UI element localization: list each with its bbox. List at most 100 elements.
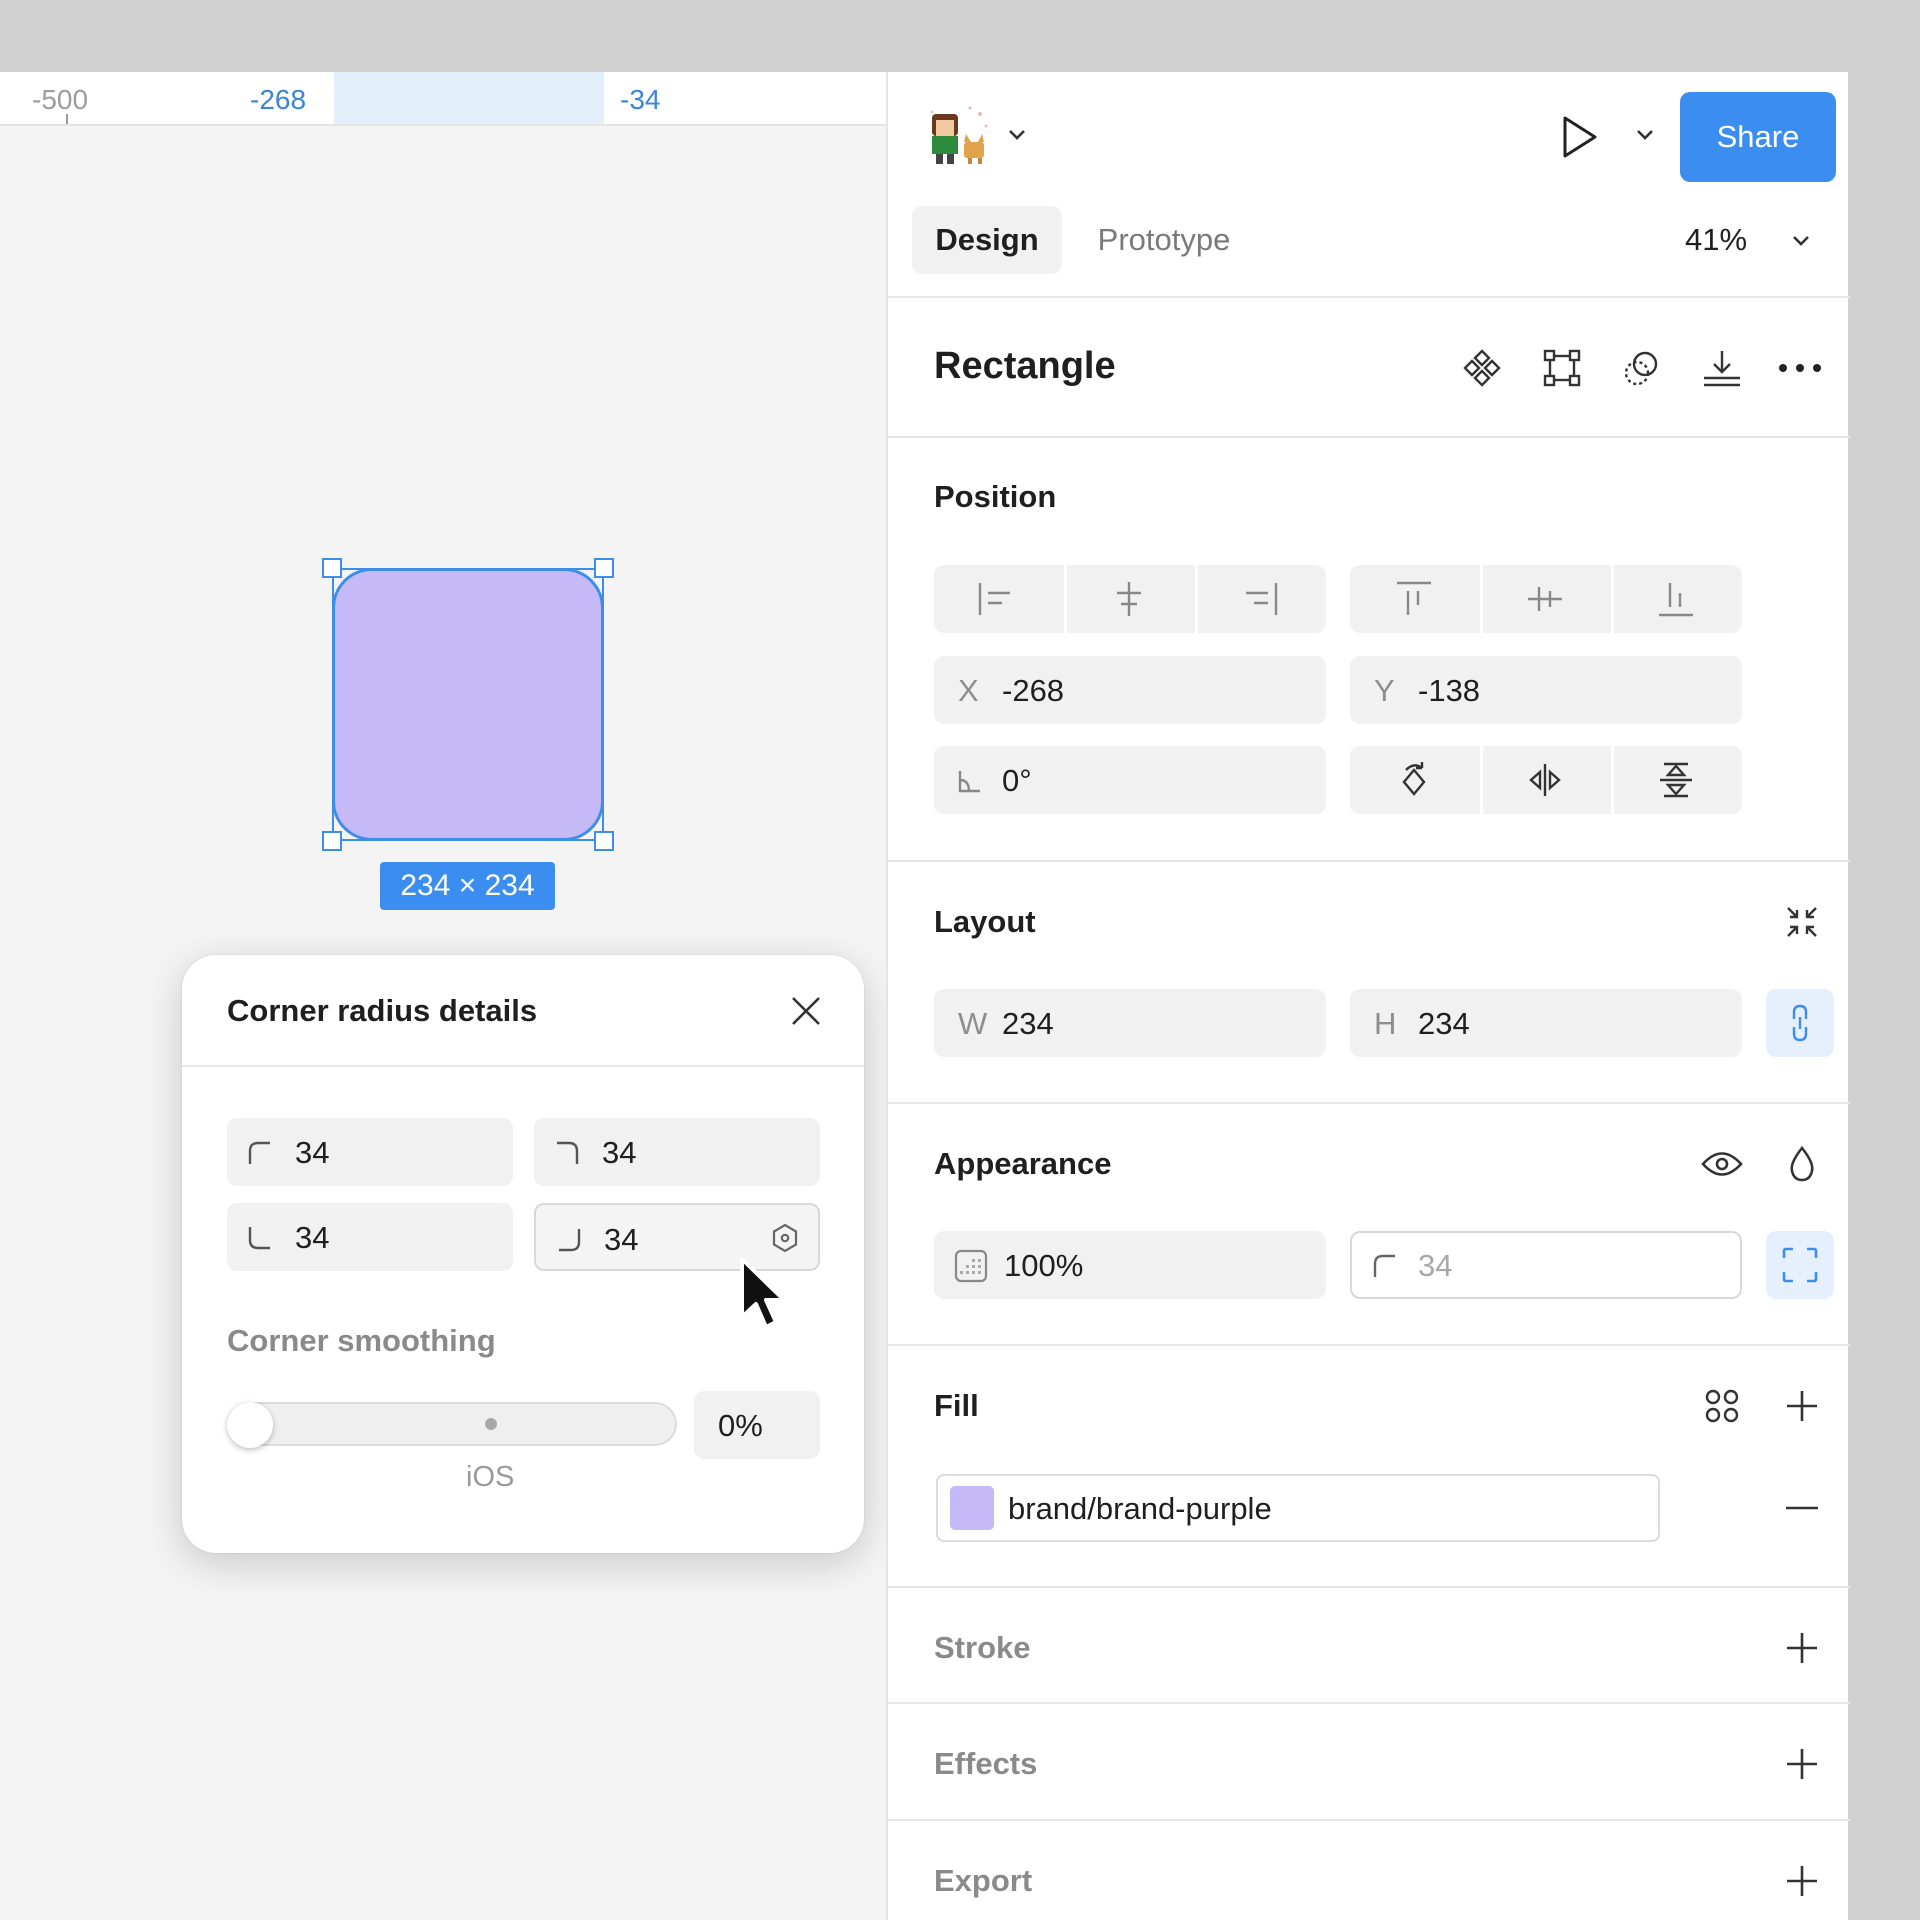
selection-frame bbox=[332, 568, 604, 841]
align-horizontal-center-icon[interactable] bbox=[1105, 577, 1153, 621]
top-right-radius-input[interactable]: 34 bbox=[534, 1118, 820, 1186]
corner-smoothing-input[interactable]: 0% bbox=[694, 1391, 820, 1459]
align-bottom-icon[interactable] bbox=[1652, 577, 1700, 621]
top-left-radius-input[interactable]: 34 bbox=[227, 1118, 513, 1186]
corner-bottom-right-icon bbox=[559, 1229, 581, 1252]
properties-panel: Share Design Prototype 41% Rectangle Pos… bbox=[886, 72, 1850, 1920]
popup-divider bbox=[182, 1065, 864, 1067]
opacity-value: 100% bbox=[1004, 1248, 1084, 1283]
fill-style-name: brand/brand-purple bbox=[1008, 1491, 1272, 1526]
link-icon bbox=[1792, 1004, 1808, 1042]
chevron-down-icon[interactable] bbox=[1002, 120, 1032, 150]
layer-name: Rectangle bbox=[934, 345, 1116, 387]
ruler-label-selection-start: -268 bbox=[250, 84, 307, 115]
add-fill-plus-icon[interactable] bbox=[1778, 1382, 1826, 1430]
add-effect-plus-icon[interactable] bbox=[1778, 1740, 1826, 1788]
height-input[interactable]: H 234 bbox=[1350, 989, 1742, 1057]
more-options-icon[interactable] bbox=[1776, 344, 1824, 392]
corner-smoothing-label: Corner smoothing bbox=[227, 1323, 496, 1358]
resize-handle-top-right[interactable] bbox=[594, 558, 614, 578]
rotation-value: 0° bbox=[1002, 763, 1032, 798]
ruler-label-selection-end: -34 bbox=[620, 84, 661, 115]
resize-handle-top-left[interactable] bbox=[322, 558, 342, 578]
radius-value: 34 bbox=[295, 1220, 330, 1255]
divider bbox=[888, 860, 1850, 862]
boolean-mask-icon[interactable] bbox=[1618, 344, 1666, 392]
opacity-icon bbox=[954, 1249, 988, 1283]
section-title-layout: Layout bbox=[934, 904, 1036, 939]
resize-handle-bottom-left[interactable] bbox=[322, 831, 342, 851]
align-bottom-download-icon[interactable] bbox=[1698, 344, 1746, 392]
vertical-align-group bbox=[1350, 565, 1742, 633]
y-position-input[interactable]: Y -138 bbox=[1350, 656, 1742, 724]
zoom-level[interactable]: 41% bbox=[1685, 222, 1747, 258]
opacity-input[interactable]: 100% bbox=[934, 1231, 1326, 1299]
styles-grid-icon[interactable] bbox=[1698, 1382, 1746, 1430]
ruler-label: -500 bbox=[32, 84, 89, 115]
section-title-export: Export bbox=[934, 1863, 1033, 1898]
tab-design[interactable]: Design bbox=[912, 206, 1062, 274]
close-icon[interactable] bbox=[786, 991, 826, 1031]
play-icon[interactable] bbox=[1554, 112, 1604, 162]
align-vertical-center-icon[interactable] bbox=[1521, 577, 1569, 621]
divider bbox=[888, 436, 1850, 438]
corner-top-left-icon bbox=[248, 1141, 270, 1164]
divider bbox=[888, 1586, 1850, 1588]
rotate-90-icon[interactable] bbox=[1390, 758, 1438, 802]
visibility-eye-icon[interactable] bbox=[1698, 1140, 1746, 1188]
chevron-down-icon[interactable] bbox=[1630, 120, 1660, 150]
bottom-left-radius-input[interactable]: 34 bbox=[227, 1203, 513, 1271]
section-title-position: Position bbox=[934, 479, 1057, 514]
corner-radius-value: 34 bbox=[1418, 1248, 1453, 1283]
fill-color-swatch[interactable] bbox=[950, 1486, 994, 1530]
y-value: -138 bbox=[1418, 673, 1481, 708]
section-title-stroke: Stroke bbox=[934, 1630, 1031, 1665]
section-title-appearance: Appearance bbox=[934, 1146, 1112, 1181]
frame-selection-icon[interactable] bbox=[1538, 344, 1586, 392]
y-label: Y bbox=[1374, 673, 1395, 708]
divider bbox=[888, 1702, 1850, 1704]
constrain-proportions-toggle[interactable] bbox=[1766, 989, 1834, 1057]
x-value: -268 bbox=[1002, 673, 1065, 708]
flip-horizontal-icon[interactable] bbox=[1521, 758, 1569, 802]
transform-group bbox=[1350, 746, 1742, 814]
horizontal-ruler: -500 -268 -34 bbox=[0, 72, 886, 126]
width-input[interactable]: W 234 bbox=[934, 989, 1326, 1057]
chevron-down-icon[interactable] bbox=[1786, 226, 1816, 256]
tab-prototype[interactable]: Prototype bbox=[1074, 206, 1254, 274]
blend-mode-drop-icon[interactable] bbox=[1778, 1140, 1826, 1188]
remove-fill-minus-icon[interactable] bbox=[1778, 1484, 1826, 1532]
rotation-input[interactable]: 0° bbox=[934, 746, 1326, 814]
corner-radius-input[interactable]: 34 bbox=[1350, 1231, 1742, 1299]
radius-value: 34 bbox=[604, 1222, 639, 1257]
align-left-icon[interactable] bbox=[972, 577, 1020, 621]
w-value: 234 bbox=[1002, 1006, 1054, 1041]
independent-corners-toggle[interactable] bbox=[1766, 1231, 1834, 1299]
slider-knob[interactable] bbox=[227, 1402, 273, 1448]
x-label: X bbox=[958, 673, 979, 708]
h-value: 234 bbox=[1418, 1006, 1470, 1041]
add-export-plus-icon[interactable] bbox=[1778, 1857, 1826, 1905]
ios-preset-label: iOS bbox=[466, 1461, 515, 1493]
corner-smoothing-slider[interactable] bbox=[227, 1402, 677, 1446]
resize-handle-bottom-right[interactable] bbox=[594, 831, 614, 851]
align-right-icon[interactable] bbox=[1236, 577, 1284, 621]
variable-hexagon-icon[interactable] bbox=[768, 1221, 802, 1255]
ruler-selection-highlight bbox=[334, 72, 604, 124]
corner-radius-icon bbox=[1373, 1254, 1395, 1277]
popup-title: Corner radius details bbox=[227, 993, 538, 1028]
user-avatar[interactable] bbox=[922, 100, 994, 172]
section-title-fill: Fill bbox=[934, 1388, 979, 1423]
h-label: H bbox=[1374, 1006, 1397, 1041]
flip-vertical-icon[interactable] bbox=[1652, 758, 1700, 802]
section-title-effects: Effects bbox=[934, 1746, 1038, 1781]
radius-value: 34 bbox=[602, 1135, 637, 1170]
add-stroke-plus-icon[interactable] bbox=[1778, 1624, 1826, 1672]
share-button[interactable]: Share bbox=[1680, 92, 1836, 182]
collapse-icon[interactable] bbox=[1778, 898, 1826, 946]
component-icon[interactable] bbox=[1458, 344, 1506, 392]
x-position-input[interactable]: X -268 bbox=[934, 656, 1326, 724]
align-top-icon[interactable] bbox=[1390, 577, 1438, 621]
divider bbox=[888, 1819, 1850, 1821]
fill-style-row[interactable]: brand/brand-purple bbox=[936, 1474, 1660, 1542]
